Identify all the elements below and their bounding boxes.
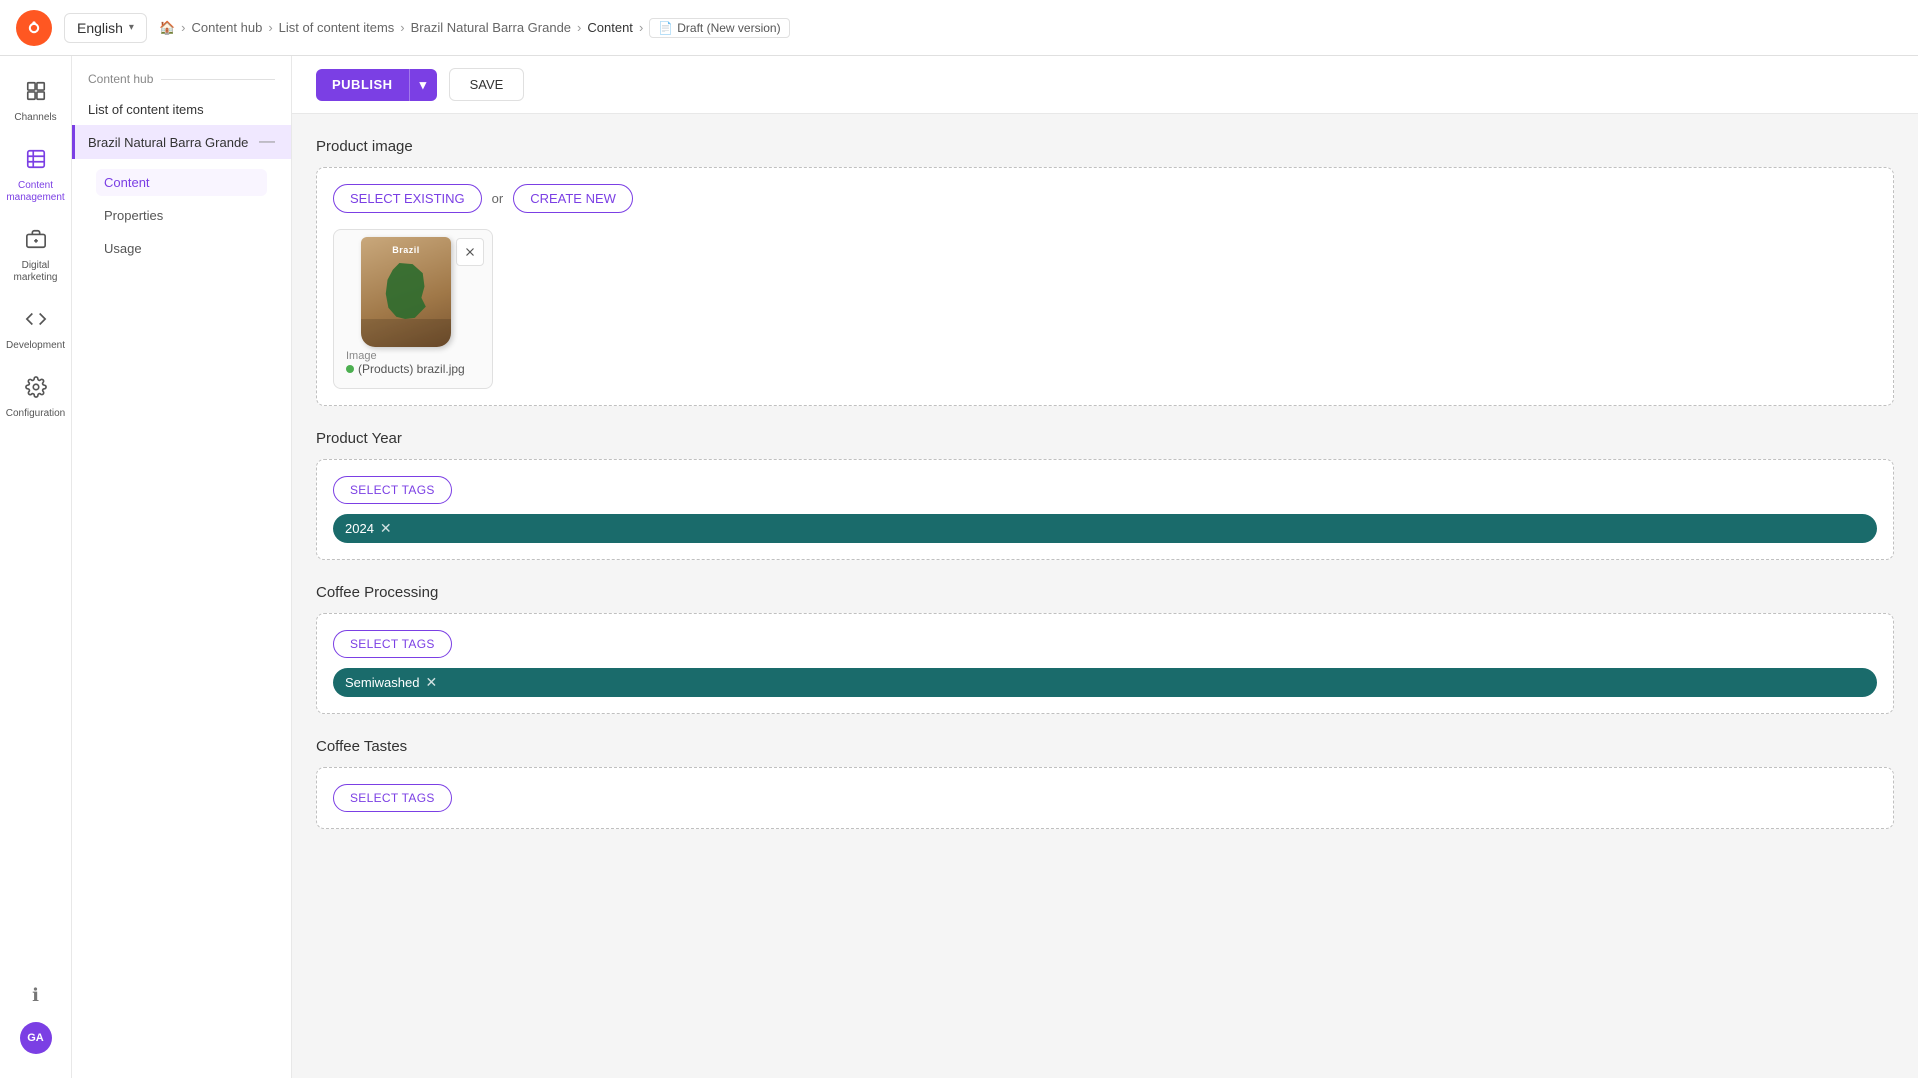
sidebar-item-channels-label: Channels	[14, 112, 56, 124]
remove-tag-semiwashed-button[interactable]: ✕	[425, 674, 437, 691]
panel-nav-content[interactable]: Content	[96, 169, 267, 196]
publish-dropdown-icon[interactable]: ▾	[409, 69, 437, 101]
breadcrumb-section: Content	[587, 20, 633, 35]
create-new-button[interactable]: CREATE NEW	[513, 184, 633, 213]
sidebar-item-configuration[interactable]: Configuration	[6, 368, 66, 428]
language-label: English	[77, 20, 123, 36]
sidebar-item-development[interactable]: Development	[6, 300, 66, 360]
coffee-tastes-select-tags-button[interactable]: SELECT TAGS	[333, 784, 452, 812]
product-year-tags: 2024 ✕	[333, 514, 1877, 543]
coffee-processing-tags-row: SELECT TAGS	[333, 630, 1877, 658]
minus-icon: —	[259, 133, 275, 151]
main-scroll: Product image SELECT EXISTING or CREATE …	[292, 114, 1918, 1078]
list-title-text: List of content items	[88, 102, 204, 117]
coffee-processing-box: SELECT TAGS Semiwashed ✕	[316, 613, 1894, 714]
publish-label: PUBLISH	[316, 69, 409, 100]
image-card: Brazil Image (Products) brazil.jpg	[333, 229, 493, 389]
product-year-section: Product Year SELECT TAGS 2024 ✕	[316, 430, 1894, 560]
digital-marketing-icon	[25, 228, 47, 256]
coffee-processing-section: Coffee Processing SELECT TAGS Semiwashed…	[316, 584, 1894, 714]
panel-section-header: Content hub	[72, 72, 291, 94]
breadcrumb: 🏠 › Content hub › List of content items …	[159, 18, 790, 38]
info-icon: ℹ	[32, 985, 39, 1006]
draft-badge[interactable]: 📄 Draft (New version)	[649, 18, 789, 38]
remove-tag-2024-button[interactable]: ✕	[380, 520, 392, 537]
image-file-info: (Products) brazil.jpg	[346, 362, 480, 376]
product-year-title: Product Year	[316, 430, 1894, 447]
sidebar-item-digital-marketing-label: Digital marketing	[12, 260, 60, 284]
left-panel: Content hub List of content items Brazil…	[72, 56, 292, 1078]
save-button[interactable]: SAVE	[449, 68, 525, 101]
tag-chip-semiwashed: Semiwashed ✕	[333, 668, 1877, 697]
product-year-box: SELECT TAGS 2024 ✕	[316, 459, 1894, 560]
product-image-box: SELECT EXISTING or CREATE NEW	[316, 167, 1894, 406]
tag-chip-2024: 2024 ✕	[333, 514, 1877, 543]
image-preview: Brazil	[346, 242, 466, 342]
sidebar-item-content-management[interactable]: Content management	[6, 140, 66, 212]
image-label-text: Image	[346, 350, 480, 362]
configuration-icon	[25, 376, 47, 404]
home-icon[interactable]: 🏠	[159, 20, 175, 36]
panel-section-title-text: Content hub	[88, 72, 153, 86]
panel-nav-usage[interactable]: Usage	[88, 233, 275, 264]
coffee-processing-title: Coffee Processing	[316, 584, 1894, 601]
breadcrumb-sep-2: ›	[268, 20, 272, 35]
coffee-tastes-box: SELECT TAGS	[316, 767, 1894, 829]
breadcrumb-sep-4: ›	[577, 20, 581, 35]
product-year-select-tags-button[interactable]: SELECT TAGS	[333, 476, 452, 504]
selected-item-text: Brazil Natural Barra Grande	[88, 135, 248, 150]
sidebar-item-content-management-label: Content management	[6, 180, 64, 204]
sidebar-item-development-label: Development	[6, 340, 65, 352]
sidebar-item-configuration-label: Configuration	[6, 408, 65, 420]
tag-chip-semiwashed-label: Semiwashed	[345, 675, 419, 690]
select-existing-button[interactable]: SELECT EXISTING	[333, 184, 482, 213]
language-selector[interactable]: English ▾	[64, 13, 147, 43]
draft-label: Draft (New version)	[677, 21, 780, 35]
sidebar-item-digital-marketing[interactable]: Digital marketing	[6, 220, 66, 292]
main-layout: Channels Content management	[0, 56, 1918, 1078]
panel-nav-usage-label: Usage	[104, 241, 142, 256]
breadcrumb-sep-1: ›	[181, 20, 185, 35]
breadcrumb-sep-5: ›	[639, 20, 643, 35]
toolbar: PUBLISH ▾ SAVE	[292, 56, 1918, 114]
panel-nav-properties-label: Properties	[104, 208, 163, 223]
top-nav: English ▾ 🏠 › Content hub › List of cont…	[0, 0, 1918, 56]
product-image-title: Product image	[316, 138, 1894, 155]
remove-image-button[interactable]	[456, 238, 484, 266]
breadcrumb-sep-3: ›	[400, 20, 404, 35]
content-area: PUBLISH ▾ SAVE Product image SELECT EXIS…	[292, 56, 1918, 1078]
logo[interactable]	[16, 10, 52, 46]
panel-nav-content-label: Content	[104, 175, 150, 190]
sidebar-item-info[interactable]: ℹ	[6, 977, 66, 1014]
channels-icon	[25, 80, 47, 108]
breadcrumb-list[interactable]: List of content items	[279, 20, 395, 35]
coffee-tastes-section: Coffee Tastes SELECT TAGS	[316, 738, 1894, 829]
panel-nav-properties[interactable]: Properties	[88, 200, 275, 231]
or-text: or	[492, 191, 504, 206]
coffee-tastes-tags-row: SELECT TAGS	[333, 784, 1877, 812]
image-actions: SELECT EXISTING or CREATE NEW	[333, 184, 1877, 213]
coffee-tastes-title: Coffee Tastes	[316, 738, 1894, 755]
breadcrumb-content-hub[interactable]: Content hub	[191, 20, 262, 35]
document-icon: 📄	[658, 21, 673, 35]
publish-button[interactable]: PUBLISH ▾	[316, 69, 437, 101]
sidebar-bottom: ℹ GA	[6, 977, 66, 1062]
image-filename: (Products) brazil.jpg	[358, 362, 465, 376]
status-dot	[346, 365, 354, 373]
content-management-icon	[25, 148, 47, 176]
sidebar: Channels Content management	[0, 56, 72, 1078]
sidebar-item-channels[interactable]: Channels	[6, 72, 66, 132]
user-avatar[interactable]: GA	[20, 1022, 52, 1054]
panel-selected-item[interactable]: Brazil Natural Barra Grande —	[72, 125, 291, 159]
development-icon	[25, 308, 47, 336]
product-year-tags-row: SELECT TAGS	[333, 476, 1877, 504]
chevron-down-icon: ▾	[129, 22, 134, 33]
coffee-processing-select-tags-button[interactable]: SELECT TAGS	[333, 630, 452, 658]
breadcrumb-item[interactable]: Brazil Natural Barra Grande	[411, 20, 571, 35]
panel-divider	[161, 79, 275, 80]
product-image-section: Product image SELECT EXISTING or CREATE …	[316, 138, 1894, 406]
panel-list-title: List of content items	[72, 94, 291, 125]
coffee-processing-tags: Semiwashed ✕	[333, 668, 1877, 697]
tag-chip-2024-label: 2024	[345, 521, 374, 536]
